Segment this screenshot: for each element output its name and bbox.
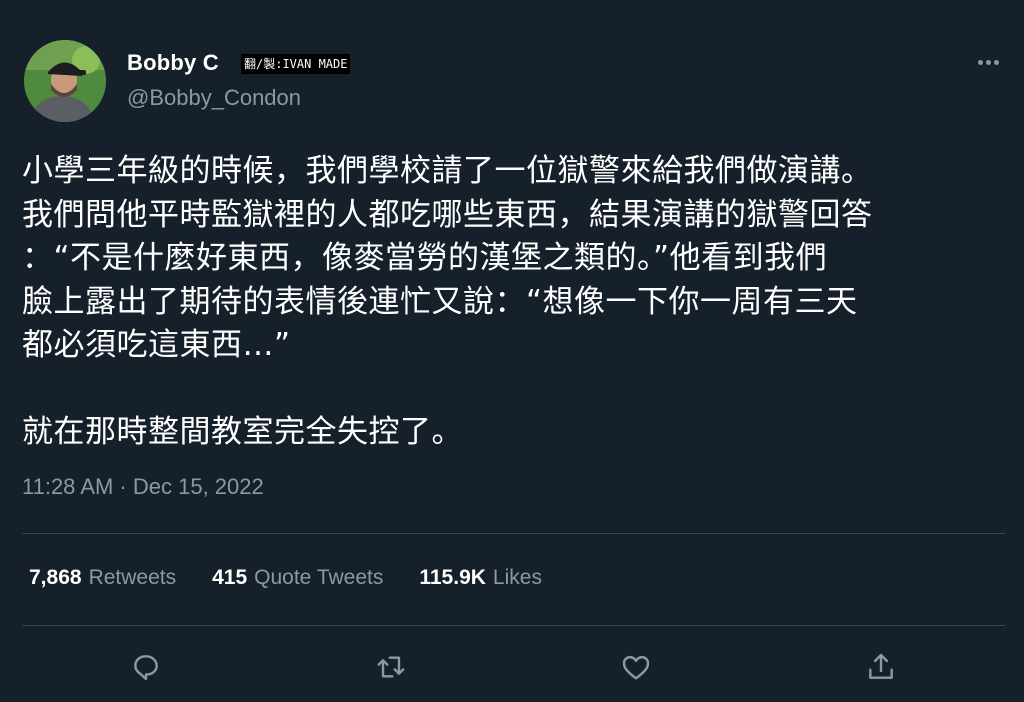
heart-icon (622, 655, 650, 680)
tweet-text: 小學三年級的時候，我們學校請了一位獄警來給我們做演講。 我們問他平時監獄裡的人都… (22, 153, 873, 450)
user-handle[interactable]: @Bobby_Condon (127, 85, 301, 111)
share-button[interactable] (858, 644, 904, 690)
divider (22, 625, 1005, 626)
like-button[interactable] (613, 644, 659, 690)
retweets-stat[interactable]: 7,868 Retweets (29, 566, 176, 590)
likes-label: Likes (492, 566, 542, 589)
reply-icon (134, 655, 158, 681)
share-icon (869, 653, 893, 679)
credit-watermark: 翻/製:IVAN MADE (241, 54, 351, 74)
likes-count: 115.9K (419, 566, 486, 589)
reply-button[interactable] (123, 644, 169, 690)
quote-tweets-label: Quote Tweets (254, 566, 384, 589)
divider (22, 533, 1005, 534)
avatar-image (24, 40, 106, 122)
dot (985, 59, 991, 65)
quote-tweets-stat[interactable]: 415 Quote Tweets (212, 566, 383, 590)
engagement-stats: 7,868 Retweets 415 Quote Tweets 115.9K Like… (29, 566, 542, 590)
retweet-icon (377, 656, 405, 678)
retweet-button[interactable] (368, 644, 414, 690)
retweets-count: 7,868 (29, 566, 82, 589)
display-name[interactable]: Bobby C (127, 50, 219, 76)
dot (977, 59, 983, 65)
action-bar (0, 644, 1024, 690)
likes-stat[interactable]: 115.9K Likes (419, 566, 542, 590)
dot (993, 59, 999, 65)
avatar[interactable] (24, 40, 106, 122)
quote-tweets-count: 415 (212, 566, 248, 589)
retweets-label: Retweets (88, 566, 177, 589)
more-horizontal-icon[interactable] (972, 52, 1004, 72)
tweet-timestamp[interactable]: 11:28 AM · Dec 15, 2022 (22, 474, 264, 500)
